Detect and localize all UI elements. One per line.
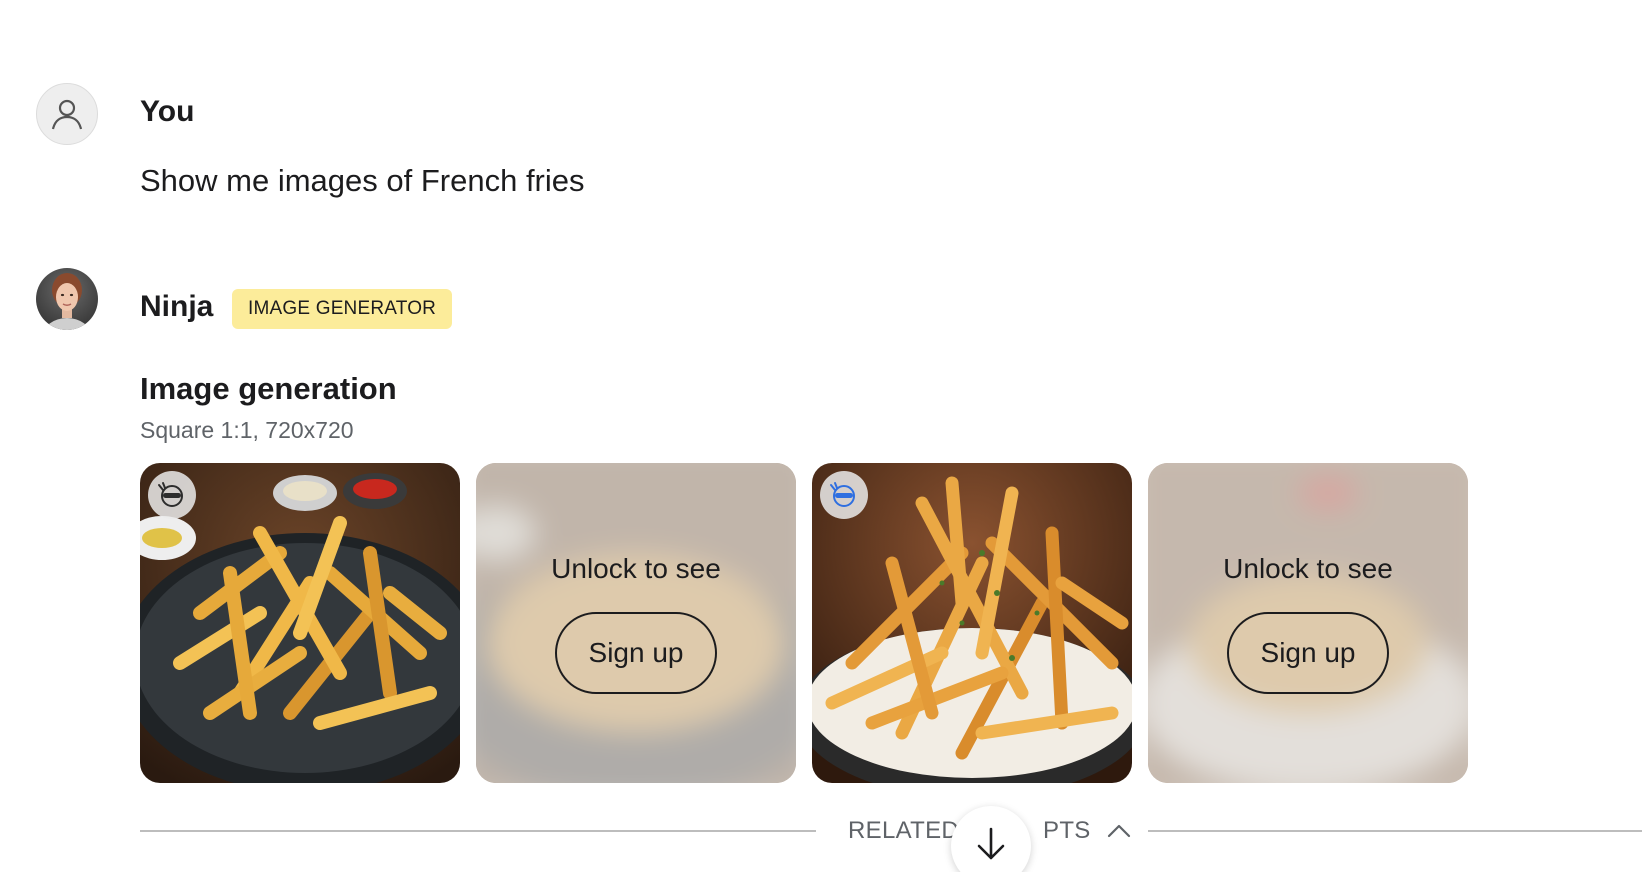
ninja-icon (820, 471, 868, 519)
chat-page: You Show me images of French fries Ninja… (0, 0, 1642, 872)
related-label-start: RELATED (848, 817, 960, 844)
divider-right (1148, 830, 1642, 832)
ninja-avatar (36, 268, 98, 330)
ninja-portrait-icon (44, 273, 90, 330)
user-name: You (140, 95, 195, 128)
sign-up-button[interactable]: Sign up (1227, 612, 1389, 694)
locked-image-2: Unlock to see Sign up (476, 463, 796, 783)
chevron-up-icon (1107, 823, 1131, 839)
unlock-text: Unlock to see (551, 553, 721, 584)
person-icon (51, 99, 83, 130)
related-label-end: PTS (1043, 817, 1091, 844)
locked-image-4: Unlock to see Sign up (1148, 463, 1468, 783)
generated-image-3[interactable] (812, 463, 1132, 783)
scroll-to-bottom-button[interactable] (951, 806, 1031, 872)
section-title: Image generation (140, 371, 397, 406)
section-subtitle: Square 1:1, 720x720 (140, 417, 354, 443)
image-generator-badge: IMAGE GENERATOR (232, 289, 453, 329)
arrow-down-icon (977, 827, 1005, 860)
generated-image-1[interactable] (140, 463, 460, 783)
unlock-text: Unlock to see (1223, 553, 1393, 584)
ninja-icon (148, 471, 196, 519)
divider-left (140, 830, 816, 832)
user-avatar (36, 83, 98, 145)
sign-up-button[interactable]: Sign up (555, 612, 717, 694)
user-message: Show me images of French fries (140, 163, 585, 198)
assistant-name: Ninja (140, 290, 214, 323)
